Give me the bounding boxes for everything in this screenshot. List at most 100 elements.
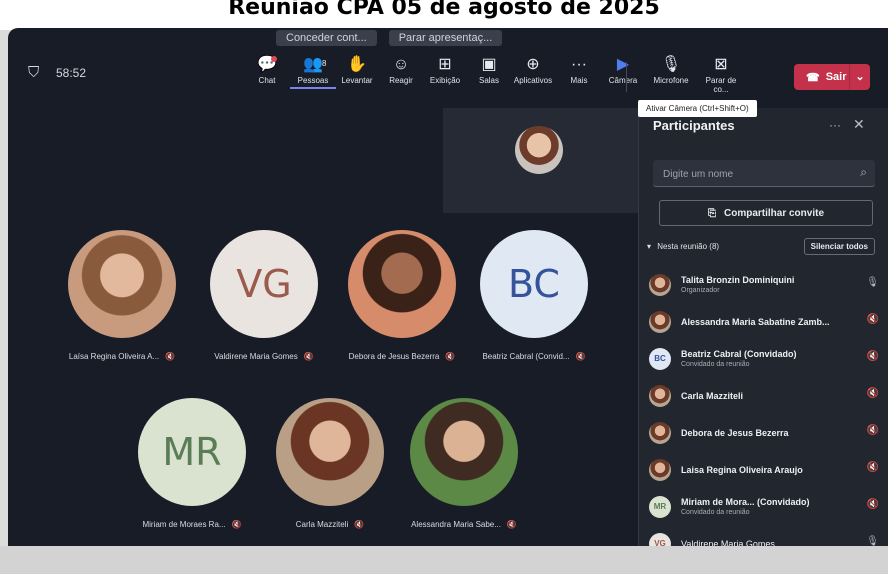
participant-tile[interactable]: Carla Mazziteli 🔇 — [270, 398, 390, 529]
microphone-icon: 🎙 — [660, 56, 682, 73]
participants-panel: Participantes ··· ✕ ⌕ ⎘ Compartilhar con… — [638, 108, 888, 574]
in-meeting-section[interactable]: ▾ Nesta reunião (8) Silenciar todos — [647, 238, 883, 260]
participant-name-row: Debora de Jesus Bezerra 🔇 — [342, 352, 462, 361]
leave-label: Sair — [825, 71, 847, 83]
meeting-timer: 58:52 — [56, 66, 87, 80]
section-label: Nesta reunião (8) — [657, 242, 720, 251]
avatar: MR — [649, 495, 671, 518]
avatar — [649, 310, 671, 333]
chat-icon: 💬 — [257, 56, 277, 73]
participant-name-row: Carla Mazziteli 🔇 — [270, 520, 390, 529]
participant-name: Carla Mazziteli — [295, 520, 349, 529]
participant-name: Alessandra Maria Sabe... — [411, 520, 501, 529]
toolbar-button-6[interactable]: ⊕ Aplicativos — [510, 54, 556, 85]
react-icon: ☺ — [392, 56, 410, 73]
mic-off-icon: 🔇 — [506, 520, 517, 529]
participant-list-item[interactable]: Debora de Jesus Bezerra 🔇 — [649, 414, 883, 451]
avatar: BC — [649, 347, 671, 370]
toolbar-button-5[interactable]: ▣ Salas — [466, 54, 512, 85]
mic-off-icon: 🔇 — [303, 352, 314, 361]
participant-tile[interactable]: Debora de Jesus Bezerra 🔇 — [342, 230, 462, 361]
participant-list-item[interactable]: Alessandra Maria Sabatine Zamb... 🔇 — [649, 303, 883, 340]
close-icon[interactable]: ✕ — [853, 116, 865, 133]
share-invite-label: Compartilhar convite — [723, 207, 825, 219]
toolbar-button-4[interactable]: ⊞ Exibição — [422, 54, 468, 85]
page-title: Reunião CPA 05 de agosto de 2025 — [0, 0, 888, 30]
toolbar-button-1[interactable]: 👥 8 Pessoas — [290, 54, 336, 89]
participant-name: Debora de Jesus Bezerra — [348, 352, 440, 361]
participant-tile[interactable]: Laísa Regina Oliveira A... 🔇 — [62, 230, 182, 361]
mic-off-icon: 🔇 — [866, 388, 879, 399]
toolbar-button-7[interactable]: ··· Mais — [556, 54, 602, 85]
mic-off-icon: 🔇 — [866, 462, 879, 473]
toolbar-label: Reagir — [389, 76, 413, 85]
give-control-button[interactable]: Conceder cont... — [276, 30, 377, 46]
toolbar-label: Pessoas — [297, 76, 329, 85]
participant-list-item[interactable]: Laisa Regina Oliveira Araujo 🔇 — [649, 451, 883, 488]
mic-off-icon: 🔇 — [575, 352, 586, 361]
share-invite-button[interactable]: ⎘ Compartilhar convite — [659, 200, 873, 226]
self-view[interactable] — [443, 108, 638, 213]
more-icon[interactable]: ··· — [829, 118, 841, 132]
mic-off-icon: 🔇 — [866, 314, 879, 325]
participant-name-row: Valdirene Maria Gomes 🔇 — [204, 352, 324, 361]
toolbar-button-0[interactable]: 💬 Chat — [244, 54, 290, 85]
invite-icon: ⎘ — [707, 207, 716, 219]
toolbar-label: Parar de co... — [705, 76, 737, 94]
participant-name-row: Miriam de Moraes Ra... 🔇 — [132, 520, 252, 529]
toolbar-button-8[interactable]: ▶ Câmera — [600, 54, 646, 85]
participant-tile[interactable]: VG Valdirene Maria Gomes 🔇 — [204, 230, 324, 361]
toolbar-label: Câmera — [608, 76, 638, 85]
participant-tile[interactable]: MR Miriam de Moraes Ra... 🔇 — [132, 398, 252, 529]
participant-list-item[interactable]: BC Beatriz Cabral (Convidado) Convidado da… — [649, 340, 883, 377]
toolbar-label: Mais — [570, 76, 588, 85]
participant-avatar — [68, 230, 176, 338]
participant-name: Alessandra Maria Sabatine Zamb... — [681, 316, 830, 327]
chevron-down-icon[interactable]: ⌄ — [849, 64, 870, 90]
participant-list-item[interactable]: Talita Bronzin Dominiquini Organizador 🎙 — [649, 266, 883, 303]
toolbar-button-2[interactable]: ✋ Levantar — [334, 54, 380, 85]
avatar — [649, 273, 671, 296]
participant-list: Talita Bronzin Dominiquini Organizador 🎙 Al… — [649, 266, 883, 562]
participant-name: Miriam de Moraes Ra... — [142, 520, 226, 529]
participant-info: Miriam de Mora... (Convidado) Convidado d… — [681, 497, 883, 516]
monitor-bezel — [0, 546, 888, 574]
toolbar-button-3[interactable]: ☺ Reagir — [378, 54, 424, 85]
caret-down-icon: ▾ — [647, 242, 652, 251]
participant-info: Alessandra Maria Sabatine Zamb... — [681, 317, 883, 327]
mic-off-icon: 🔇 — [354, 520, 365, 529]
toolbar-label: Microfone — [653, 76, 689, 85]
self-video — [515, 126, 563, 174]
participant-name: Talita Bronzin Dominiquini — [681, 275, 795, 285]
toolbar-button-9[interactable]: 🎙 Microfone — [648, 54, 694, 85]
toolbar-label: Aplicativos — [513, 76, 553, 85]
raise-hand-icon: ✋ — [347, 56, 367, 73]
participant-name: Carla Mazziteli — [681, 390, 744, 401]
participant-info: Carla Mazziteli — [681, 391, 883, 401]
participant-name: Miriam de Mora... (Convidado) — [681, 497, 810, 507]
participant-name: Laísa Regina Oliveira A... — [68, 352, 160, 361]
panel-title: Participantes — [653, 118, 735, 133]
participant-tile[interactable]: Alessandra Maria Sabe... 🔇 — [404, 398, 524, 529]
stop-presenting-button[interactable]: Parar apresentaç... — [388, 30, 503, 46]
search-input[interactable] — [653, 160, 845, 188]
participant-info: Laisa Regina Oliveira Araujo — [681, 465, 883, 475]
leave-button[interactable]: ☎ Sair ⌄ — [794, 64, 870, 90]
toolbar-label: Exibição — [429, 76, 461, 85]
mute-all-button[interactable]: Silenciar todos — [803, 238, 875, 255]
camera-icon: ▶ — [616, 56, 630, 73]
participant-tile[interactable]: BC Beatriz Cabral (Convid... 🔇 — [474, 230, 594, 361]
participant-avatar: MR — [138, 398, 246, 506]
toolbar-button-10[interactable]: ⊠ Parar de co... — [698, 54, 744, 94]
mic-on-icon: 🎙 — [866, 277, 879, 288]
avatar — [649, 384, 671, 407]
participant-list-item[interactable]: Carla Mazziteli 🔇 — [649, 377, 883, 414]
share-bar: Conceder cont... Parar apresentaç... — [276, 28, 864, 50]
view-icon: ⊞ — [438, 56, 452, 73]
participant-list-item[interactable]: MR Miriam de Mora... (Convidado) Convidado… — [649, 488, 883, 525]
avatar — [649, 421, 671, 444]
toolbar-label: Levantar — [341, 76, 373, 85]
participant-avatar: BC — [480, 230, 588, 338]
people-count-badge: 8 — [322, 59, 327, 68]
participant-role: Convidado da reunião — [681, 361, 750, 368]
